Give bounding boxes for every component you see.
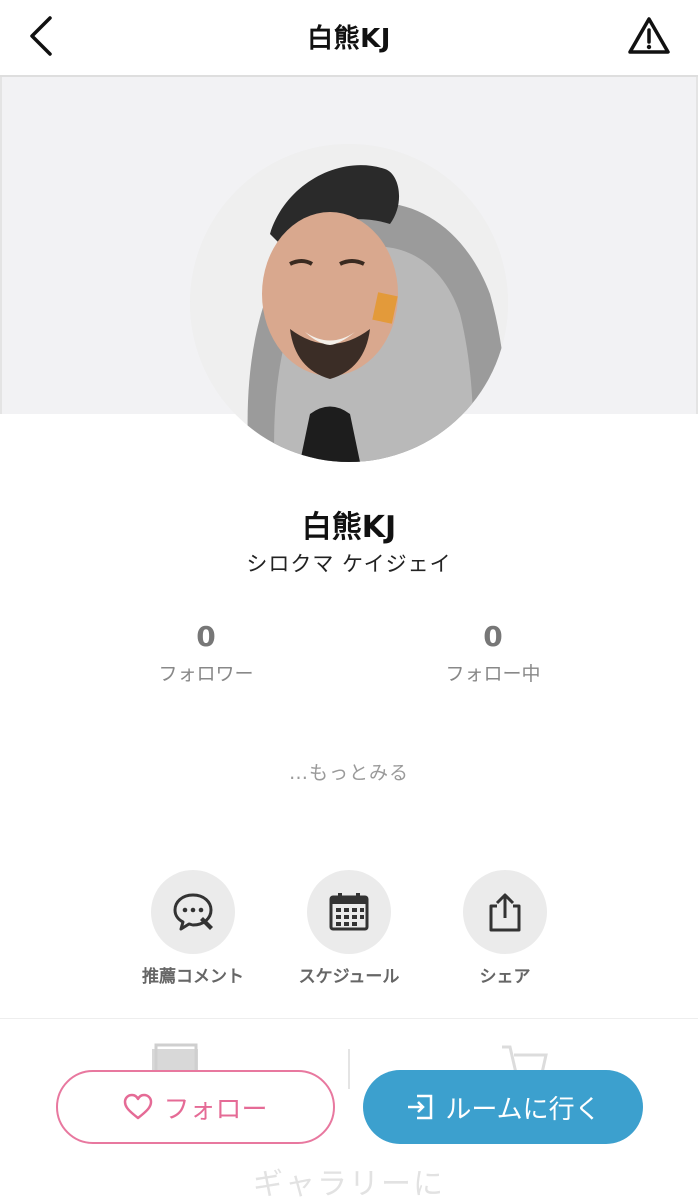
follow-button[interactable]: フォロー bbox=[56, 1070, 335, 1144]
followers-count: 0 bbox=[196, 620, 216, 653]
more-link[interactable]: …もっとみる bbox=[0, 758, 698, 785]
top-bar: 白熊KJ bbox=[0, 0, 698, 77]
comment-label: 推薦コメント bbox=[142, 967, 244, 987]
comment-bubble-icon bbox=[173, 893, 213, 931]
share-circle bbox=[463, 870, 547, 954]
followers-stat[interactable]: 0 フォロワー bbox=[106, 620, 306, 686]
share-icon bbox=[489, 893, 521, 932]
profile-kana: シロクマ ケイジェイ bbox=[246, 552, 452, 576]
recommend-comment-button[interactable]: 推薦コメント bbox=[108, 870, 278, 987]
enter-icon bbox=[408, 1094, 433, 1120]
page-title: 白熊KJ bbox=[307, 24, 391, 54]
following-label: フォロー中 bbox=[445, 663, 541, 685]
go-to-room-button[interactable]: ルームに行く bbox=[363, 1070, 643, 1144]
avatar bbox=[190, 144, 508, 462]
followers-label: フォロワー bbox=[158, 663, 254, 685]
schedule-circle bbox=[307, 870, 391, 954]
share-button[interactable]: シェア bbox=[420, 870, 590, 987]
report-button[interactable] bbox=[624, 12, 674, 62]
follow-label: フォロー bbox=[163, 1094, 268, 1125]
tab-divider bbox=[348, 1049, 350, 1089]
calendar-icon bbox=[329, 893, 369, 931]
profile-name: 白熊KJ bbox=[301, 510, 397, 545]
schedule-button[interactable]: スケジュール bbox=[264, 870, 434, 987]
following-stat[interactable]: 0 フォロー中 bbox=[393, 620, 593, 686]
heart-icon bbox=[124, 1093, 153, 1120]
warning-triangle-icon bbox=[628, 17, 670, 54]
room-label: ルームに行く bbox=[445, 1094, 601, 1125]
gallery-placeholder-text: ギャラリーに bbox=[253, 1167, 445, 1202]
share-label: シェア bbox=[479, 967, 531, 987]
following-count: 0 bbox=[483, 620, 503, 653]
schedule-label: スケジュール bbox=[298, 967, 400, 987]
comment-circle bbox=[151, 870, 235, 954]
